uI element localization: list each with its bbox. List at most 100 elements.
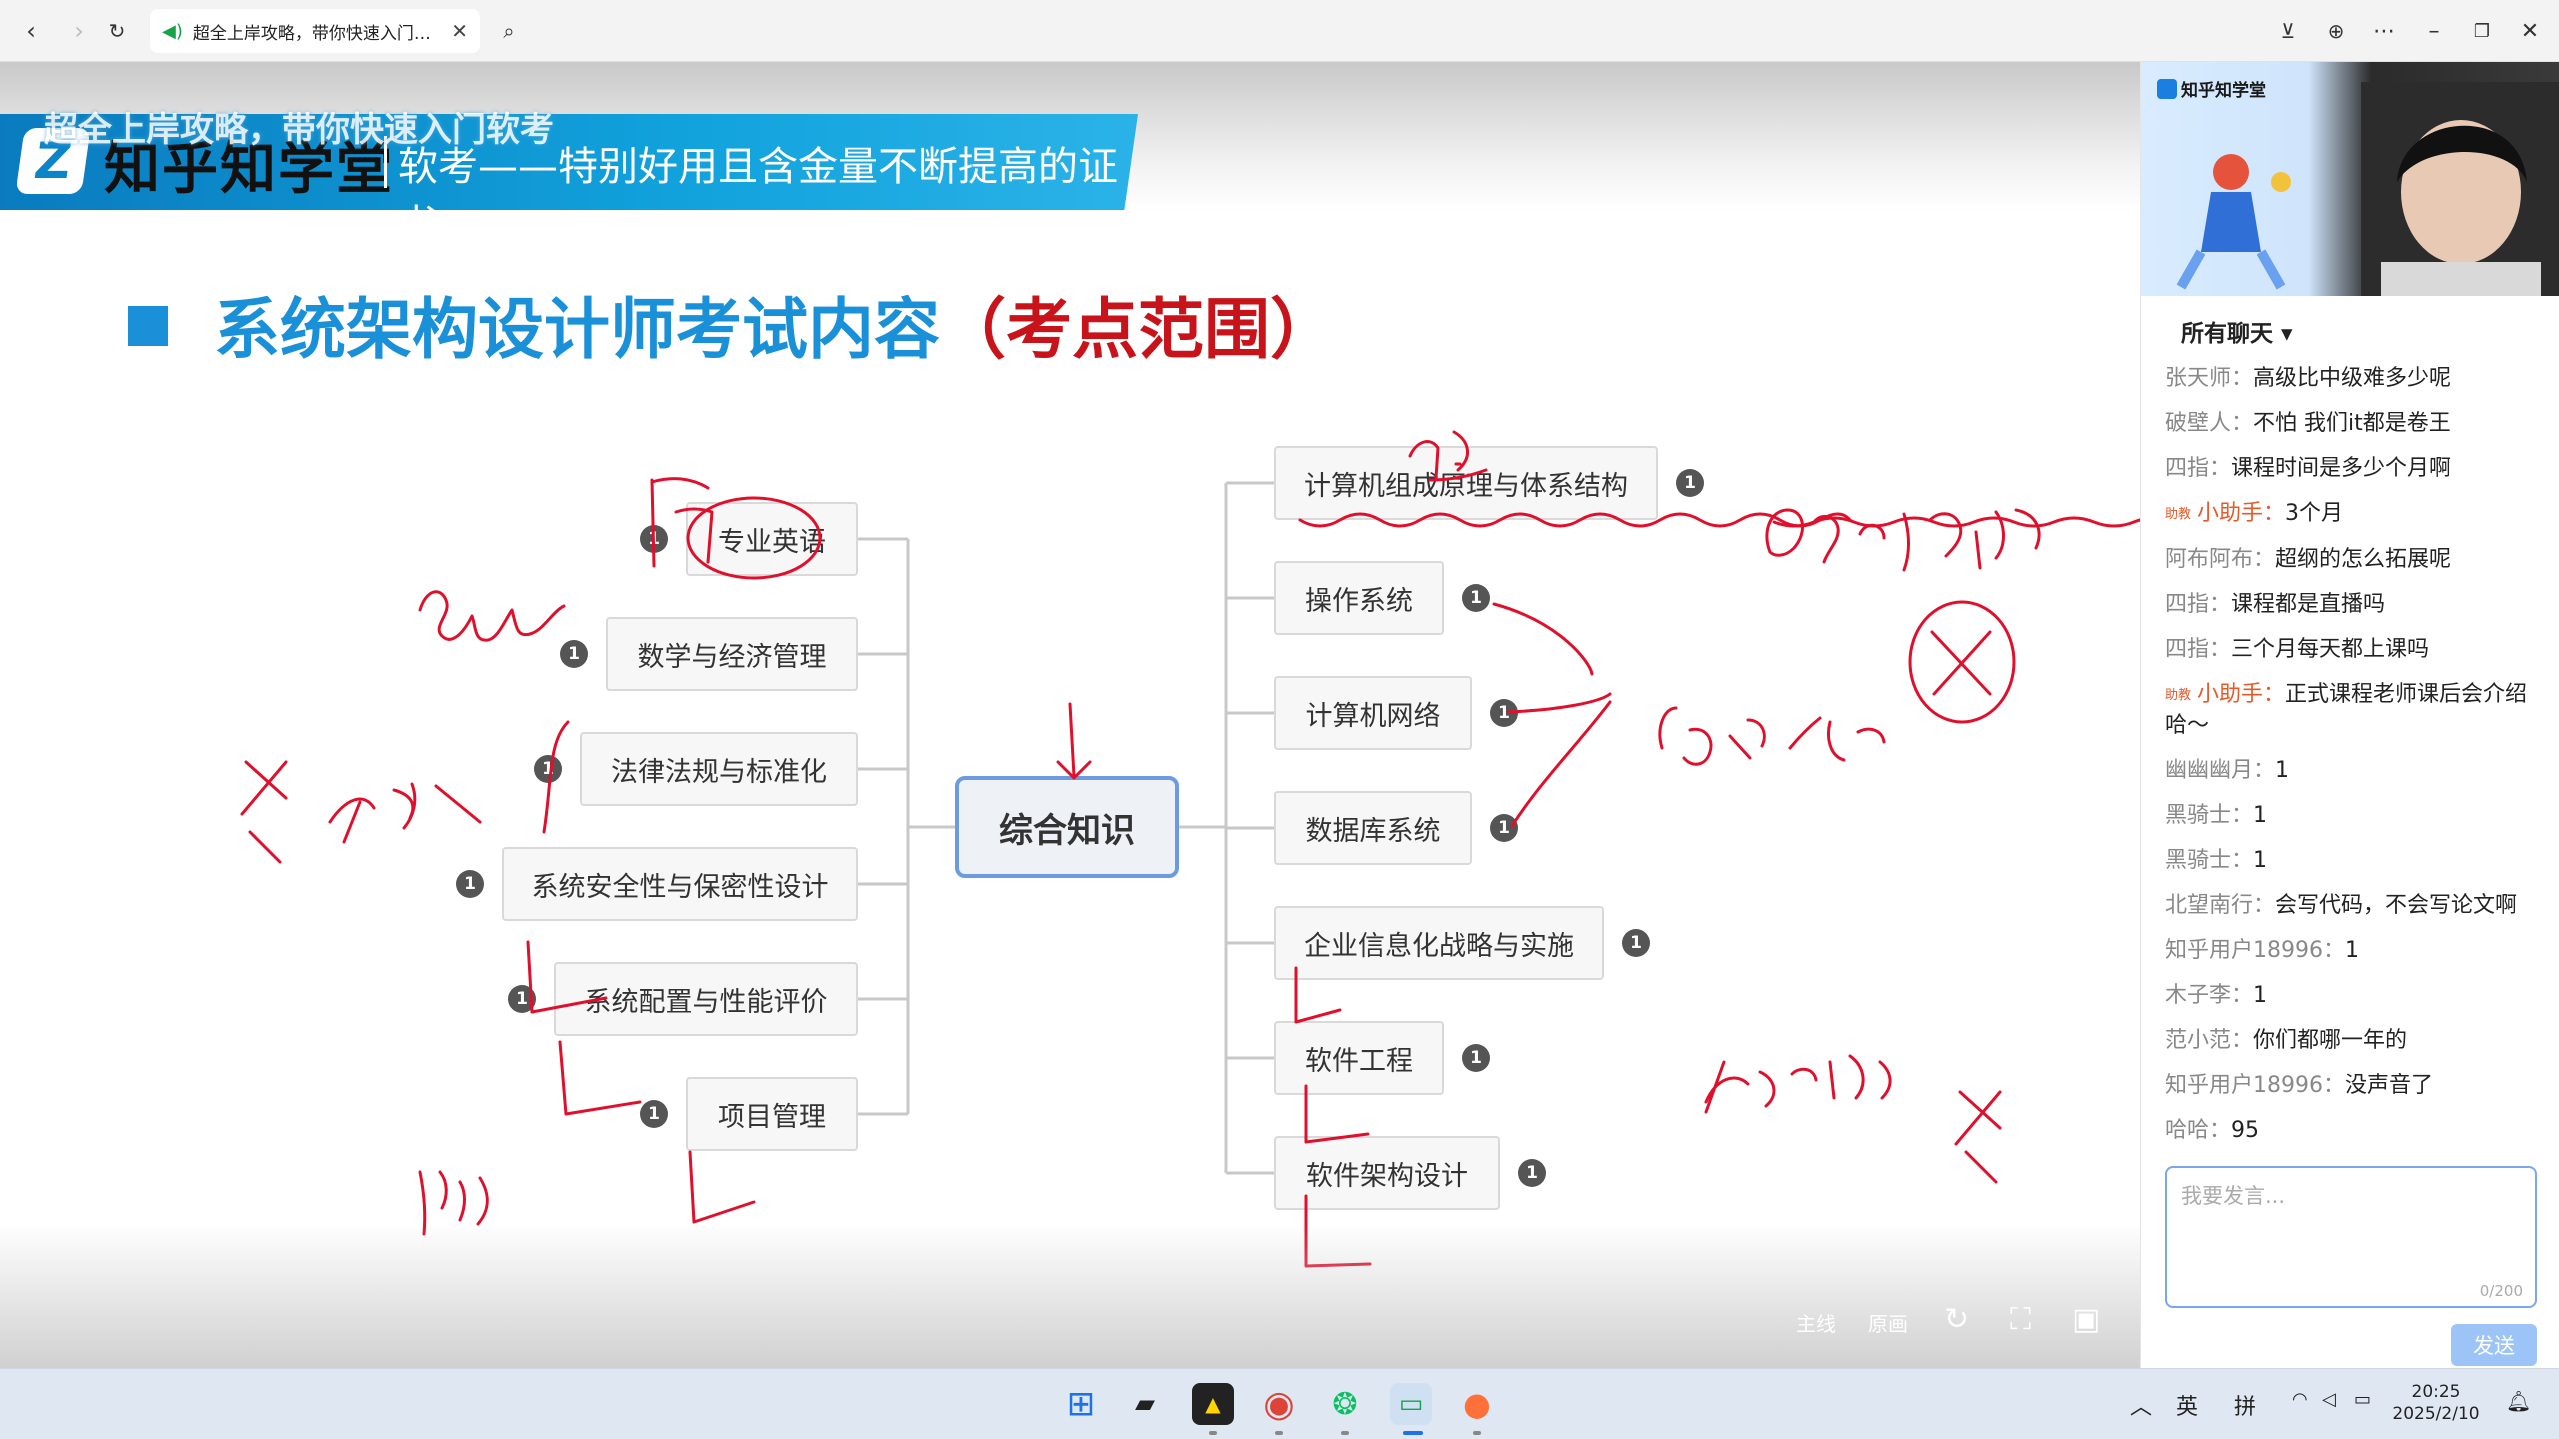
forward-icon[interactable]: › bbox=[62, 14, 96, 48]
system-clock[interactable]: 20:25 2025/2/10 bbox=[2388, 1381, 2484, 1425]
chat-message: 四指：三个月每天都上课吗 bbox=[2165, 635, 2547, 665]
chat-text: 1 bbox=[2253, 848, 2268, 873]
teacher-avatar bbox=[2361, 82, 2559, 296]
chat-message: 助教 小助手：3个月 bbox=[2165, 499, 2547, 530]
restore-icon[interactable]: ❐ bbox=[2464, 14, 2500, 48]
tray-expand-icon[interactable]: ︿ bbox=[2130, 1389, 2152, 1421]
slide-area: Z 知乎知学堂 软考——特别好用且含金量不断提高的证书 超全上岸攻略，带你快速入… bbox=[0, 62, 2140, 1368]
chat-username: 破壁人： bbox=[2165, 411, 2254, 436]
search-icon[interactable]: ⌕ bbox=[492, 14, 526, 48]
close-window-icon[interactable]: ✕ bbox=[2512, 14, 2548, 48]
chat-message: 张天师：高级比中级难多少呢 bbox=[2165, 364, 2547, 394]
reload-icon[interactable]: ↻ bbox=[100, 14, 134, 48]
notification-bell-icon[interactable]: 🔔︎ bbox=[2506, 1389, 2531, 1413]
chat-message: 阿布阿布：超纲的怎么拓展呢 bbox=[2165, 545, 2547, 575]
file-explorer-icon[interactable]: ▰ bbox=[1124, 1383, 1166, 1425]
more-icon[interactable]: ⋯ bbox=[2366, 14, 2402, 48]
line-original-button[interactable]: 原画 bbox=[1868, 1308, 1908, 1337]
download-icon[interactable]: ⊻ bbox=[2270, 14, 2306, 48]
chat-username: 小助手： bbox=[2197, 682, 2286, 707]
chat-text: 3个月 bbox=[2285, 501, 2344, 526]
chat-message: 哈哈：95 bbox=[2165, 1116, 2547, 1146]
chat-message: 北望南行：会写代码，不会写论文啊 bbox=[2165, 891, 2547, 921]
chat-text: 课程都是直播吗 bbox=[2231, 592, 2386, 617]
chat-username: 黑骑士： bbox=[2165, 803, 2254, 828]
globe-icon[interactable]: ⊕ bbox=[2318, 14, 2354, 48]
firefox-icon[interactable]: ● bbox=[1456, 1383, 1498, 1425]
browser-toolbar: ‹ › ↻ ◀) 超全上岸攻略，带你快速入门… ✕ ⌕ ⊻ ⊕ ⋯ – ❐ ✕ bbox=[0, 0, 2559, 62]
wechat-icon[interactable]: ❂ bbox=[1324, 1383, 1366, 1425]
player-control-bar bbox=[0, 1222, 2140, 1368]
chat-message: 木子李：1 bbox=[2165, 981, 2547, 1011]
chat-text: 三个月每天都上课吗 bbox=[2231, 637, 2430, 662]
handwriting-annotations bbox=[240, 430, 2140, 1268]
chat-text: 1 bbox=[2345, 938, 2359, 963]
chat-username: 幽幽幽月： bbox=[2165, 758, 2276, 783]
ime-mode[interactable]: 拼 bbox=[2234, 1389, 2256, 1421]
battery-icon[interactable]: ▭ bbox=[2354, 1389, 2371, 1410]
taskbar: ⊞ ▰ ▲ ◉ ❂ ▭ ● ︿ 英 拼 ◠ ◁ ▭ 20:25 2025/2/1… bbox=[0, 1368, 2559, 1439]
app-running-indicator bbox=[1473, 1431, 1481, 1435]
chat-message: 黑骑士：1 bbox=[2165, 846, 2547, 876]
line-main-button[interactable]: 主线 bbox=[1796, 1308, 1836, 1337]
chat-message: 破壁人：不怕 我们it都是卷王 bbox=[2165, 409, 2547, 439]
chat-text: 95 bbox=[2231, 1118, 2260, 1143]
fullscreen-icon[interactable]: ⛶ bbox=[2010, 1302, 2031, 1337]
chat-text: 会写代码，不会写论文啊 bbox=[2275, 893, 2518, 918]
app-running-indicator bbox=[1209, 1431, 1217, 1435]
app-running-indicator bbox=[1275, 1431, 1283, 1435]
chat-filter-dropdown[interactable]: 所有聊天 ▾ bbox=[2181, 314, 2293, 348]
live-side-panel: 知乎知学堂 所有聊天 ▾ 张天师：高级比中级难多少呢 破壁人：不怕 我们it都是卷… bbox=[2140, 62, 2559, 1368]
chat-text: 课程时间是多少个月啊 bbox=[2231, 456, 2452, 481]
jetbrains-app-icon[interactable]: ▲ bbox=[1192, 1383, 1234, 1425]
chat-username: 张天师： bbox=[2165, 366, 2254, 391]
chat-text: 没声音了 bbox=[2345, 1073, 2434, 1098]
chat-message: 助教 小助手：正式课程老师课后会介绍哈～ bbox=[2165, 680, 2547, 741]
chat-message-list[interactable]: 张天师：高级比中级难多少呢 破壁人：不怕 我们it都是卷王 四指：课程时间是多少个月… bbox=[2165, 364, 2547, 1161]
chat-message: 知乎用户18996：1 bbox=[2165, 936, 2547, 966]
assistant-tag: 助教 bbox=[2165, 688, 2192, 703]
minimize-icon[interactable]: – bbox=[2416, 14, 2452, 48]
chat-message: 幽幽幽月：1 bbox=[2165, 756, 2547, 786]
tab-close-icon[interactable]: ✕ bbox=[451, 19, 468, 43]
chat-text: 不怕 我们it都是卷王 bbox=[2253, 411, 2451, 436]
chat-message: 范小范：你们都哪一年的 bbox=[2165, 1026, 2547, 1056]
chat-message: 黑骑士：1 bbox=[2165, 801, 2547, 831]
app-active-indicator bbox=[1403, 1431, 1423, 1435]
chat-text: 1 bbox=[2253, 803, 2268, 828]
chat-username: 范小范： bbox=[2165, 1028, 2254, 1053]
chat-username: 四指： bbox=[2165, 592, 2232, 617]
send-button[interactable]: 发送 bbox=[2451, 1324, 2537, 1366]
clock-date: 2025/2/10 bbox=[2392, 1404, 2480, 1424]
chat-username: 小助手： bbox=[2197, 501, 2286, 526]
volume-icon[interactable]: ◁ bbox=[2322, 1389, 2336, 1410]
chat-input[interactable]: 我要发言... 0/200 bbox=[2165, 1166, 2537, 1308]
browser-tab[interactable]: ◀) 超全上岸攻略，带你快速入门… ✕ bbox=[150, 9, 480, 53]
wifi-icon[interactable]: ◠ bbox=[2292, 1389, 2308, 1410]
chat-message: 四指：课程都是直播吗 bbox=[2165, 590, 2547, 620]
assistant-tag: 助教 bbox=[2165, 507, 2192, 522]
clock-time: 20:25 bbox=[2411, 1382, 2461, 1402]
chat-message: 知乎用户18996：没声音了 bbox=[2165, 1071, 2547, 1101]
chat-char-count: 0/200 bbox=[2479, 1282, 2523, 1300]
sidebar-toggle-icon[interactable]: ▣ bbox=[2072, 1302, 2100, 1337]
refresh-icon[interactable]: ↻ bbox=[1944, 1302, 1969, 1337]
ime-lang[interactable]: 英 bbox=[2176, 1389, 2198, 1421]
chat-username: 阿布阿布： bbox=[2165, 547, 2276, 572]
chat-username: 知乎用户18996： bbox=[2165, 938, 2345, 963]
windows-start-icon[interactable]: ⊞ bbox=[1060, 1383, 1102, 1425]
tab-title: 超全上岸攻略，带你快速入门… bbox=[192, 23, 431, 44]
chat-text: 超纲的怎么拓展呢 bbox=[2275, 547, 2452, 572]
chat-username: 木子李： bbox=[2165, 983, 2254, 1008]
app-running-indicator bbox=[1341, 1431, 1349, 1435]
chrome-icon[interactable]: ◉ bbox=[1258, 1383, 1300, 1425]
chat-username: 哈哈： bbox=[2165, 1118, 2232, 1143]
chat-text: 1 bbox=[2253, 983, 2268, 1008]
chat-input-placeholder: 我要发言... bbox=[2181, 1184, 2286, 1208]
speaker-icon: ◀) bbox=[162, 20, 183, 42]
chat-username: 四指： bbox=[2165, 637, 2232, 662]
remote-desktop-icon[interactable]: ▭ bbox=[1390, 1383, 1432, 1425]
chat-text: 高级比中级难多少呢 bbox=[2253, 366, 2452, 391]
back-icon[interactable]: ‹ bbox=[14, 14, 48, 48]
zhihu-logo-icon bbox=[2157, 79, 2177, 99]
